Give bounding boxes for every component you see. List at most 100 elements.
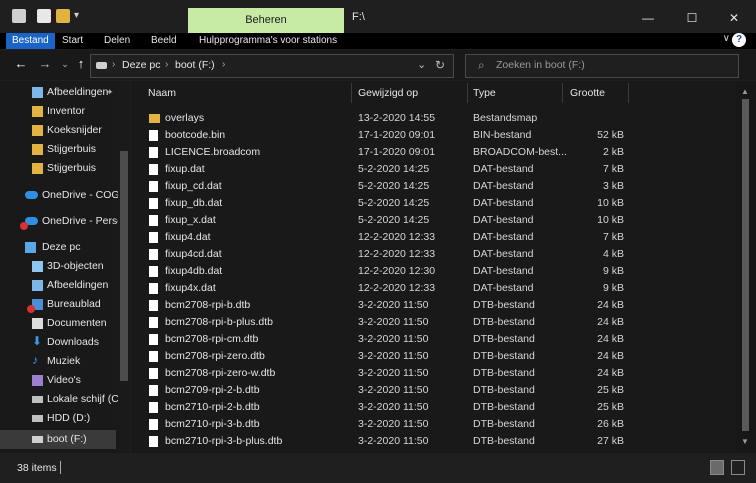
file-name: bcm2708-rpi-b-plus.dtb [165, 316, 273, 328]
maximize-button[interactable]: ☐ [672, 8, 712, 28]
nav-item-onedrive-cog[interactable]: OneDrive - COG [0, 186, 120, 205]
file-type: DTB-bestand [473, 299, 535, 311]
nav-item-bureaublad[interactable]: Bureaublad [0, 295, 118, 314]
column-header-naam[interactable]: Naam [148, 81, 176, 107]
file-list-scrollbar[interactable]: ▲ ▼ [736, 81, 756, 453]
file-row[interactable]: fixup4cd.dat 12-2-2020 12:33 DAT-bestand 4 … [131, 246, 721, 263]
file-row[interactable]: LICENCE.broadcom 17-1-2020 09:01 BROADCOM-… [131, 144, 721, 161]
nav-item-stijgerbuis[interactable]: Stijgerbuis [0, 140, 118, 159]
file-row[interactable]: fixup_db.dat 5-2-2020 14:25 DAT-bestand 10 … [131, 195, 721, 212]
minimize-button[interactable]: — [628, 8, 668, 28]
file-row[interactable]: fixup4db.dat 12-2-2020 12:30 DAT-bestand 9 … [131, 263, 721, 280]
status-bar: 38 items [0, 454, 756, 483]
nav-scrollbar[interactable] [118, 81, 130, 453]
file-row[interactable]: fixup.dat 5-2-2020 14:25 DAT-bestand 7 kB [131, 161, 721, 178]
file-row[interactable]: fixup4x.dat 12-2-2020 12:33 DAT-bestand 9 k… [131, 280, 721, 297]
large-icons-view-icon[interactable] [731, 460, 745, 475]
details-view-icon[interactable] [710, 460, 724, 475]
file-row[interactable]: bcm2708-rpi-zero.dtb 3-2-2020 11:50 DTB-be… [131, 348, 721, 365]
nav-item-downloads[interactable]: ⬇ Downloads [0, 333, 118, 352]
file-row[interactable]: fixup_cd.dat 5-2-2020 14:25 DAT-bestand 3 k… [131, 178, 721, 195]
file-row[interactable]: bcm2710-rpi-3-b-plus.dtb 3-2-2020 11:50 DT… [131, 433, 721, 450]
tab-bestand[interactable]: Bestand [6, 33, 55, 49]
file-row[interactable]: bcm2709-rpi-2-b.dtb 3-2-2020 11:50 DTB-bes… [131, 382, 721, 399]
usb-drive-icon [32, 436, 43, 443]
address-bar[interactable]: › Deze pc › boot (F:) › ⌄ ↻ [90, 54, 454, 78]
tab-hulpprogrammas[interactable]: Hulpprogramma's voor stations [199, 33, 337, 49]
file-row[interactable]: bcm2708-rpi-b-plus.dtb 3-2-2020 11:50 DTB-… [131, 314, 721, 331]
search-box[interactable]: ⌕ Zoeken in boot (F:) [465, 54, 739, 78]
nav-item-boot-f[interactable]: boot (F:) [0, 430, 116, 449]
nav-item-afbeeldingen-pinned[interactable]: Afbeeldingen ✦ [0, 83, 118, 102]
file-name: fixup_x.dat [165, 214, 216, 226]
scroll-down-icon[interactable]: ▼ [741, 437, 749, 446]
music-icon: ♪ [32, 353, 38, 367]
ribbon-expand-icon[interactable]: ∨ [723, 33, 730, 44]
file-name: bcm2710-rpi-3-b-plus.dtb [165, 435, 283, 447]
file-row[interactable]: bcm2710-rpi-2-b.dtb 3-2-2020 11:50 DTB-bes… [131, 399, 721, 416]
folder-icon [149, 114, 160, 123]
customize-quick-access-icon[interactable]: ▾ [74, 9, 80, 23]
column-header-grootte[interactable]: Grootte [570, 81, 605, 107]
search-input[interactable]: Zoeken in boot (F:) [496, 59, 585, 71]
tab-beeld[interactable]: Beeld [151, 33, 177, 49]
nav-item-3d-objecten[interactable]: 3D-objecten [0, 257, 118, 276]
file-type: DTB-bestand [473, 316, 535, 328]
close-button[interactable]: ✕ [714, 8, 754, 28]
column-divider[interactable] [467, 83, 468, 103]
file-name: bcm2708-rpi-zero-w.dtb [165, 367, 276, 379]
file-row[interactable]: overlays 13-2-2020 14:55 Bestandsmap [131, 110, 721, 127]
manage-context-tab[interactable]: Beheren [188, 8, 344, 33]
file-icon [149, 164, 158, 175]
column-divider[interactable] [628, 83, 629, 103]
back-arrow-icon[interactable]: ← [12, 55, 30, 73]
file-name: fixup_cd.dat [165, 180, 222, 192]
column-header-type[interactable]: Type [473, 81, 496, 107]
nav-item-afbeeldingen[interactable]: Afbeeldingen [0, 276, 118, 295]
new-folder-icon[interactable] [56, 9, 70, 23]
scroll-up-icon[interactable]: ▲ [741, 87, 749, 96]
file-row[interactable]: fixup_x.dat 5-2-2020 14:25 DAT-bestand 10 k… [131, 212, 721, 229]
properties-icon[interactable] [37, 9, 51, 23]
breadcrumb-deze-pc[interactable]: Deze pc [122, 59, 161, 71]
nav-item-onedrive-persoonlijk[interactable]: OneDrive - Person [0, 212, 129, 231]
nav-item-inventor[interactable]: Inventor [0, 102, 118, 121]
file-icon [149, 317, 158, 328]
nav-item-documenten[interactable]: Documenten [0, 314, 118, 333]
column-header-gewijzigd-op[interactable]: Gewijzigd op [358, 81, 418, 107]
address-dropdown-icon[interactable]: ⌄ [417, 58, 426, 71]
file-row[interactable]: bcm2708-rpi-cm.dtb 3-2-2020 11:50 DTB-best… [131, 331, 721, 348]
file-row[interactable]: bcm2708-rpi-zero-w.dtb 3-2-2020 11:50 DTB-… [131, 365, 721, 382]
file-row[interactable]: bcm2708-rpi-b.dtb 3-2-2020 11:50 DTB-besta… [131, 297, 721, 314]
nav-item-muziek[interactable]: ♪ Muziek [0, 352, 118, 371]
file-modified-date: 3-2-2020 11:50 [358, 435, 429, 447]
file-row[interactable]: bootcode.bin 17-1-2020 09:01 BIN-bestand 52… [131, 127, 721, 144]
file-name: fixup_db.dat [165, 197, 223, 209]
file-row[interactable]: bcm2710-rpi-cm3.dtb 3-2-2020 11:50 DTB-bes… [131, 450, 721, 453]
nav-scrollbar-thumb[interactable] [120, 151, 128, 381]
file-row[interactable]: bcm2710-rpi-3-b.dtb 3-2-2020 11:50 DTB-bes… [131, 416, 721, 433]
nav-label: Lokale schijf (C:) [47, 393, 126, 405]
up-arrow-icon[interactable]: ↑ [72, 55, 90, 73]
nav-item-stijgerbuis-2[interactable]: Stijgerbuis [0, 159, 118, 178]
nav-item-koeksnijder[interactable]: Koeksnijder [0, 121, 118, 140]
nav-item-deze-pc[interactable]: Deze pc [0, 238, 118, 257]
tab-delen[interactable]: Delen [104, 33, 130, 49]
breadcrumb-boot-f[interactable]: boot (F:) [175, 59, 215, 71]
refresh-icon[interactable]: ↻ [435, 58, 445, 72]
nav-item-hdd-d[interactable]: HDD (D:) [0, 409, 118, 428]
nav-item-videos[interactable]: Video's [0, 371, 118, 390]
help-icon[interactable]: ? [732, 33, 746, 47]
pin-icon: ✦ [106, 87, 114, 97]
file-modified-date: 5-2-2020 14:25 [358, 163, 430, 175]
file-row[interactable]: fixup4.dat 12-2-2020 12:33 DAT-bestand 7 kB [131, 229, 721, 246]
forward-arrow-icon[interactable]: → [36, 55, 54, 73]
tab-start[interactable]: Start [62, 33, 83, 49]
nav-item-lokale-schijf-c[interactable]: Lokale schijf (C:) [0, 390, 125, 409]
file-list-scrollbar-thumb[interactable] [742, 99, 749, 431]
file-icon [149, 368, 158, 379]
column-divider[interactable] [351, 83, 352, 103]
nav-label: boot (F:) [47, 433, 87, 445]
column-divider[interactable] [562, 83, 563, 103]
file-name: bcm2708-rpi-b.dtb [165, 299, 251, 311]
